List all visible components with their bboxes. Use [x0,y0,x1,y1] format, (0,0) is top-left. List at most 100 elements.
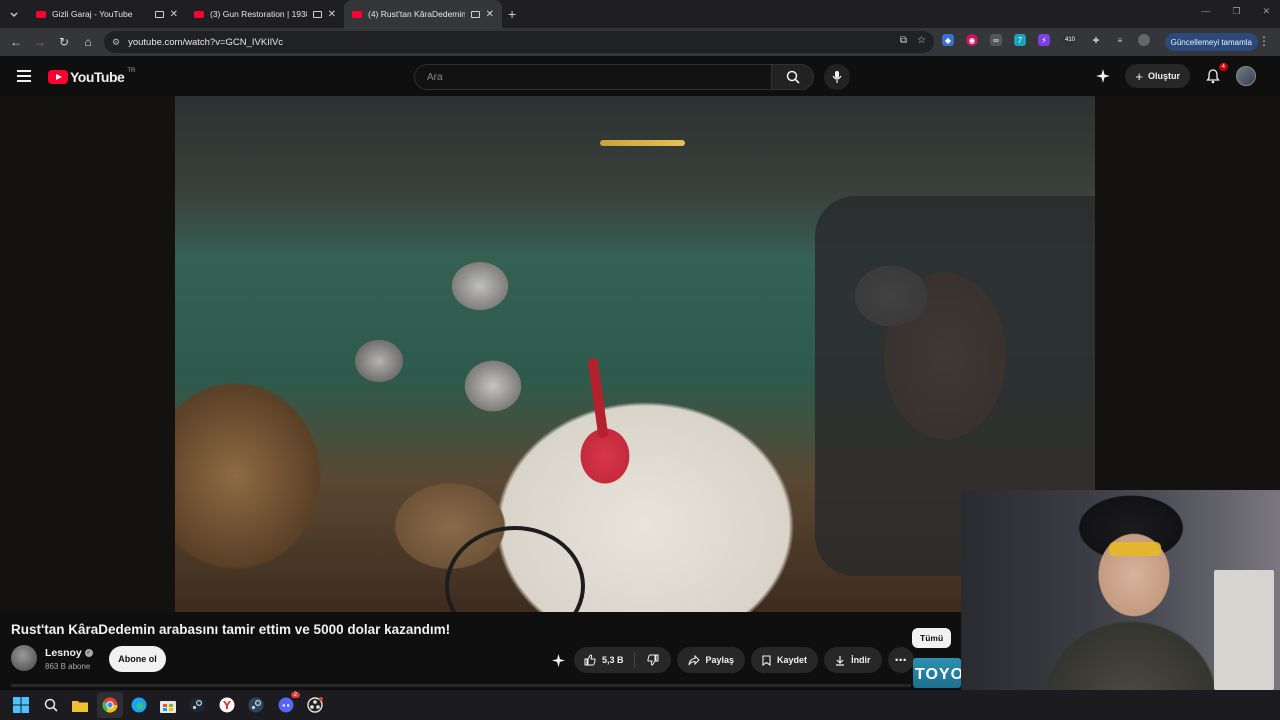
verified-check-icon: ✓ [84,649,93,658]
maximize-icon[interactable]: ❐ [1232,6,1240,17]
youtube-play-icon [48,70,68,84]
new-tab-button[interactable]: + [508,6,516,22]
obs-icon[interactable] [306,696,324,714]
notifications-button[interactable]: 4 [1204,63,1228,85]
youtube-favicon-icon [36,10,46,18]
profile-avatar-icon[interactable] [1138,34,1150,46]
channel-avatar[interactable] [11,645,37,671]
file-explorer-icon[interactable] [71,696,89,714]
browser-tab-2[interactable]: (3) Gun Restoration | 1938 ✕ [186,0,344,28]
extension-icon[interactable]: ⚡ [1038,34,1050,46]
search-icon [786,70,800,84]
recommended-video-thumbnail[interactable]: TOYOT [913,658,961,688]
extension-icon[interactable]: ◆ [942,34,954,46]
account-avatar[interactable] [1236,66,1256,86]
channel-name-row[interactable]: Lesnoy ✓ [45,647,93,659]
forward-icon[interactable]: → [28,35,52,49]
search-button[interactable] [771,64,814,90]
video-actions: 5,3 B Paylaş Kaydet İndir ⋯ [548,647,914,673]
like-button[interactable]: 5,3 B [574,652,635,668]
share-arrow-icon [688,654,700,665]
extension-icon[interactable]: ◉ [966,34,978,46]
webcam-overlay [961,490,1280,720]
youtube-header: YouTube TR Ara + Oluştur 4 [0,56,1280,96]
create-button[interactable]: + Oluştur [1125,64,1190,88]
search-input[interactable]: Ara [414,64,771,90]
media-playing-icon [312,10,322,18]
youtube-logo[interactable]: YouTube TR [48,68,136,85]
site-info-icon[interactable]: ⚙ [112,37,120,48]
minimize-icon[interactable]: — [1201,6,1210,17]
windows-start-icon[interactable] [12,696,30,714]
yandex-browser-icon[interactable]: Y [218,696,236,714]
description-divider [11,684,911,687]
plus-icon: + [1135,68,1143,84]
more-actions-button[interactable]: ⋯ [887,647,914,673]
extension-badge-icon[interactable]: 410 [1062,34,1078,46]
browser-tab-3-active[interactable]: (4) Rust'tan KâraDedemin a ✕ [344,0,502,28]
share-label: Paylaş [705,655,735,665]
chrome-icon[interactable] [101,696,119,714]
like-dislike-group: 5,3 B [574,647,671,673]
like-count: 5,3 B [602,655,624,665]
window-controls: — ❐ ✕ [1201,6,1270,17]
url-text: youtube.com/watch?v=GCN_IVKIlVc [128,36,284,48]
create-label: Oluştur [1147,71,1180,81]
dislike-button[interactable] [635,654,671,666]
share-button[interactable]: Paylaş [676,647,746,673]
extension-icon[interactable]: 7 [1014,34,1026,46]
logo-text: YouTube [70,69,125,85]
download-button[interactable]: İndir [824,647,882,673]
voice-search-button[interactable] [824,64,850,90]
bookmark-icon [762,654,771,666]
save-button[interactable]: Kaydet [751,647,819,673]
discord-badge: 2 [290,692,300,698]
thumbs-down-icon [646,654,659,666]
close-tab-icon[interactable]: ✕ [170,9,178,20]
youtube-favicon-icon [352,10,362,18]
filter-chip-all[interactable]: Tümü [912,628,952,648]
taskbar-search-icon[interactable] [42,696,60,714]
ask-ai-button[interactable] [548,647,568,673]
back-icon[interactable]: ← [4,35,28,49]
address-bar[interactable]: ⚙ youtube.com/watch?v=GCN_IVKIlVc ⧉ ☆ [104,31,934,53]
close-window-icon[interactable]: ✕ [1262,6,1270,17]
bookmark-star-icon[interactable]: ☆ [917,35,926,46]
subscribe-button[interactable]: Abone ol [109,646,166,672]
media-playing-icon [154,10,164,18]
tab-search-icon[interactable] [4,4,24,24]
store-icon[interactable] [159,696,177,714]
media-controls-icon[interactable]: ≡ [1114,34,1126,46]
reload-icon[interactable]: ↻ [52,35,76,49]
browser-tabstrip: Gizli Garaj - YouTube ✕ (3) Gun Restorat… [0,0,1280,28]
video-title: Rust'tan KâraDedemin arabasını tamir ett… [11,622,451,637]
extension-icon[interactable]: ∞ [990,34,1002,46]
close-tab-icon[interactable]: ✕ [328,9,336,20]
notification-badge: 4 [1218,63,1228,71]
video-player[interactable] [175,96,1095,612]
subscriber-count: 863 B abone [45,662,91,671]
steam-icon[interactable] [188,696,206,714]
extension-badge-text: 410 [1064,37,1075,43]
svg-text:Y: Y [222,699,232,712]
webcam-subject-detail [1109,542,1161,556]
webcam-background-detail [1214,570,1274,690]
browser-menu-icon[interactable]: ⋮ [1258,34,1270,48]
edge-icon[interactable] [130,696,148,714]
channel-name[interactable]: Lesnoy [45,647,82,659]
home-icon[interactable]: ⌂ [76,35,100,49]
browser-tab-1[interactable]: Gizli Garaj - YouTube ✕ [28,0,186,28]
browser-tab-title: Gizli Garaj - YouTube [52,9,133,19]
steam-alt-icon[interactable] [247,696,265,714]
microphone-icon [832,71,842,83]
discord-icon[interactable]: 2 [277,692,300,714]
country-code: TR [127,68,136,74]
close-tab-icon[interactable]: ✕ [486,9,494,20]
ai-sparkle-icon[interactable] [1095,68,1111,84]
update-button[interactable]: Güncellemeyi tamamla [1164,33,1258,51]
extensions-puzzle-icon[interactable]: ✚ [1090,34,1102,46]
install-app-icon[interactable]: ⧉ [900,35,907,46]
browser-tab-title: (4) Rust'tan KâraDedemin a [368,9,465,19]
menu-icon[interactable] [17,70,31,85]
browser-tab-title: (3) Gun Restoration | 1938 [210,9,307,19]
